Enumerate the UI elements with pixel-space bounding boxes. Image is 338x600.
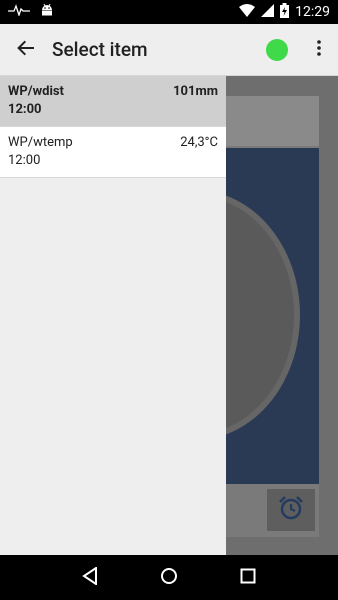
pulse-icon <box>8 4 30 20</box>
item-value: 24,3°C <box>180 135 218 150</box>
status-left <box>8 3 54 21</box>
home-circle-icon <box>160 567 178 589</box>
item-row-bottom: 12:00 <box>8 101 218 119</box>
back-button[interactable] <box>0 24 52 76</box>
status-right: 12:29 <box>239 2 330 22</box>
more-options-button[interactable] <box>304 24 334 76</box>
item-time: 12:00 <box>8 102 42 117</box>
nav-home-button[interactable] <box>149 558 189 598</box>
connection-status-indicator <box>266 38 288 61</box>
item-value: 101mm <box>173 84 218 99</box>
back-triangle-icon <box>81 565 98 589</box>
back-arrow-icon <box>16 38 36 62</box>
more-vert-icon <box>317 39 321 60</box>
list-item[interactable]: WP/wdist 101mm 12:00 <box>0 76 226 127</box>
app-toolbar: Select item <box>0 24 338 76</box>
page-title: Select item <box>52 38 148 61</box>
item-name: WP/wtemp <box>8 135 73 150</box>
list-item[interactable]: WP/wtemp 24,3°C 12:00 <box>0 127 226 178</box>
nav-recents-button[interactable] <box>228 558 268 598</box>
item-row-top: WP/wtemp 24,3°C <box>8 134 218 152</box>
item-drawer: WP/wdist 101mm 12:00 WP/wtemp 24,3°C 12:… <box>0 76 226 555</box>
nav-back-button[interactable] <box>70 558 110 598</box>
item-row-top: WP/wdist 101mm <box>8 83 218 101</box>
item-time: 12:00 <box>8 153 41 168</box>
item-name: WP/wdist <box>8 84 64 99</box>
wifi-icon <box>239 3 256 21</box>
signal-icon <box>261 3 275 21</box>
android-icon <box>40 3 54 21</box>
status-bar: 12:29 <box>0 0 338 24</box>
alarm-button[interactable] <box>267 489 315 531</box>
alarm-clock-icon <box>277 494 305 526</box>
item-row-bottom: 12:00 <box>8 152 218 170</box>
background-card-header <box>226 96 319 146</box>
status-time: 12:29 <box>295 4 330 20</box>
recents-square-icon <box>240 568 256 588</box>
system-nav-bar <box>0 555 338 600</box>
battery-charging-icon <box>280 2 290 22</box>
